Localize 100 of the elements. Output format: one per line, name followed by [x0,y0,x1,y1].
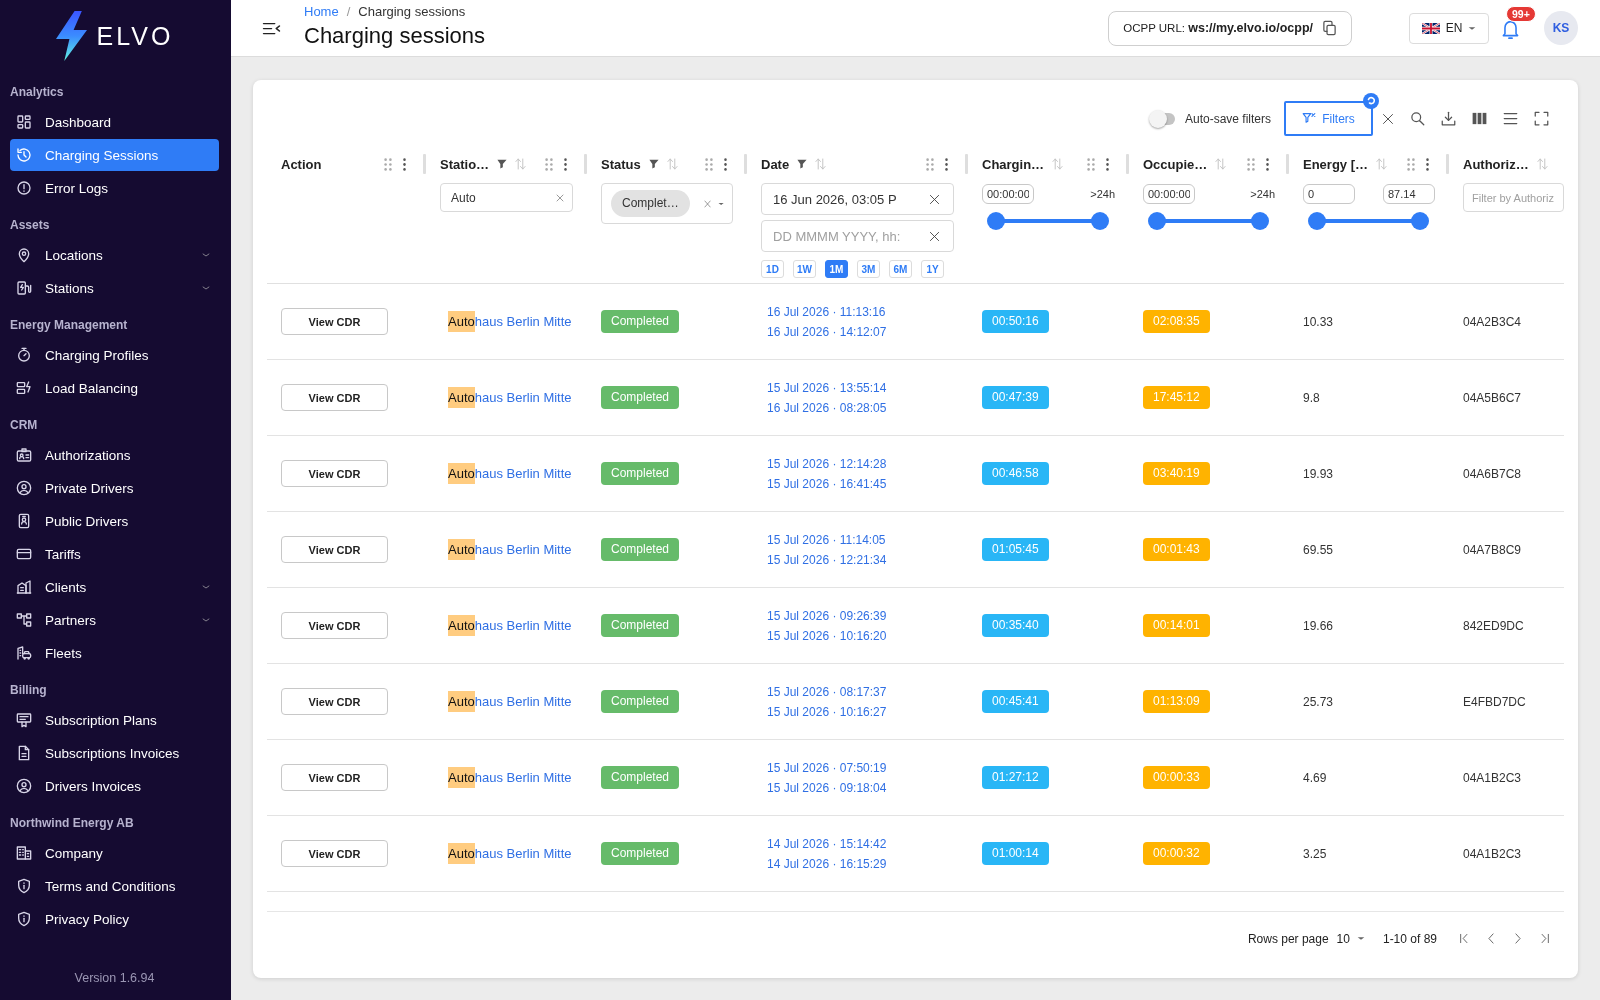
column-header[interactable]: Occupie… [1143,156,1227,172]
filters-button[interactable]: Filters [1284,101,1373,136]
more-icon[interactable] [945,157,948,171]
close-icon[interactable] [1382,112,1394,125]
clear-icon[interactable] [929,230,940,242]
sidebar-item[interactable]: Error Logs [10,172,219,204]
end-time-link[interactable]: 15 Jul 2026 · 10:16:20 [767,628,887,643]
column-header[interactable]: Date [761,156,827,172]
sidebar-item[interactable]: Partners [10,604,219,636]
range-input[interactable]: 87.14 [1383,184,1435,204]
end-time-link[interactable]: 15 Jul 2026 · 10:16:27 [767,704,887,719]
first-page-icon[interactable] [1459,933,1469,944]
range-preset[interactable]: 1D [761,260,784,278]
filter-input[interactable]: Auto [440,183,573,212]
view-cdr-button[interactable]: View CDR [281,308,388,335]
sidebar-item[interactable]: Company [10,837,219,869]
slider-handle[interactable] [1148,212,1166,230]
start-time-link[interactable]: 16 Jul 2026 · 11:13:16 [767,304,887,319]
column-header[interactable]: Action [281,156,322,172]
view-cdr-button[interactable]: View CDR [281,460,388,487]
sidebar-item[interactable]: Drivers Invoices [10,770,219,802]
sidebar-item[interactable]: Authorizations [10,439,219,471]
next-page-icon[interactable] [1513,933,1523,944]
date-input[interactable]: 16 Jun 2026, 03:05 P [761,183,954,215]
range-input[interactable]: 00:00:00 [982,184,1034,204]
station-link[interactable]: Autohaus Berlin Mitte [448,466,572,481]
view-cdr-button[interactable]: View CDR [281,764,388,791]
more-icon[interactable] [1106,157,1109,171]
slider-handle[interactable] [1411,212,1429,230]
toggle-switch[interactable] [1148,109,1177,128]
view-cdr-button[interactable]: View CDR [281,384,388,411]
more-icon[interactable] [1266,157,1269,171]
start-time-link[interactable]: 14 Jul 2026 · 15:14:42 [767,836,887,851]
range-preset[interactable]: 6M [889,260,912,278]
filter-input[interactable]: Filter by Authoriz [1463,183,1564,212]
view-cdr-button[interactable]: View CDR [281,536,388,563]
end-time-link[interactable]: 14 Jul 2026 · 16:15:29 [767,856,887,871]
sidebar-item[interactable]: Clients [10,571,219,603]
range-preset[interactable]: 1Y [921,260,944,278]
filter-chip[interactable]: Complet… [611,190,690,217]
drag-handle-icon[interactable] [1247,157,1255,171]
more-icon[interactable] [724,157,727,171]
fullscreen-icon[interactable] [1534,111,1549,126]
start-time-link[interactable]: 15 Jul 2026 · 13:55:14 [767,380,887,395]
station-link[interactable]: Autohaus Berlin Mitte [448,390,572,405]
sidebar-item[interactable]: Private Drivers [10,472,219,504]
multi-select[interactable]: Complet… [601,183,733,224]
column-header[interactable]: Energy [… [1303,156,1387,172]
slider-handle[interactable] [1308,212,1326,230]
view-cdr-button[interactable]: View CDR [281,688,388,715]
more-icon[interactable] [564,157,567,171]
funnel-icon[interactable] [497,159,508,169]
station-link[interactable]: Autohaus Berlin Mitte [448,314,572,329]
sidebar-item[interactable]: Subscription Plans [10,704,219,736]
funnel-icon[interactable] [648,159,659,169]
sidebar-item[interactable]: Load Balancing [10,372,219,404]
station-link[interactable]: Autohaus Berlin Mitte [448,770,572,785]
density-icon[interactable] [1503,111,1518,126]
column-header[interactable]: Statio… [440,156,527,172]
slider-handle[interactable] [1091,212,1109,230]
sidebar-item[interactable]: Terms and Conditions [10,870,219,902]
drag-handle-icon[interactable] [705,157,713,171]
more-icon[interactable] [1426,157,1429,171]
rows-per-page-select[interactable]: 10 [1336,931,1365,946]
range-input[interactable]: 0 [1303,184,1355,204]
sidebar-item[interactable]: Charging Sessions [10,139,219,171]
sidebar-item[interactable]: Privacy Policy [10,903,219,935]
drag-handle-icon[interactable] [1407,157,1415,171]
sidebar-item[interactable]: Charging Profiles [10,339,219,371]
drag-handle-icon[interactable] [545,157,553,171]
range-input[interactable]: 00:00:00 [1143,184,1195,204]
more-icon[interactable] [403,157,406,171]
range-preset[interactable]: 1W [793,260,816,278]
funnel-icon[interactable] [797,159,808,169]
station-link[interactable]: Autohaus Berlin Mitte [448,694,572,709]
end-time-link[interactable]: 15 Jul 2026 · 16:41:45 [767,476,887,491]
view-cdr-button[interactable]: View CDR [281,840,388,867]
range-preset[interactable]: 3M [857,260,880,278]
slider-handle[interactable] [987,212,1005,230]
sidebar-item[interactable]: Subscriptions Invoices [10,737,219,769]
end-time-link[interactable]: 16 Jul 2026 · 08:28:05 [767,400,887,415]
start-time-link[interactable]: 15 Jul 2026 · 11:14:05 [767,532,887,547]
search-icon[interactable] [1410,111,1425,126]
drag-handle-icon[interactable] [926,157,934,171]
drag-handle-icon[interactable] [384,157,392,171]
station-link[interactable]: Autohaus Berlin Mitte [448,618,572,633]
start-time-link[interactable]: 15 Jul 2026 · 12:14:28 [767,456,887,471]
start-time-link[interactable]: 15 Jul 2026 · 09:26:39 [767,608,887,623]
column-header[interactable]: Status [601,156,678,172]
sidebar-item[interactable]: Public Drivers [10,505,219,537]
station-link[interactable]: Autohaus Berlin Mitte [448,542,572,557]
sidebar-item[interactable]: Fleets [10,637,219,669]
end-time-link[interactable]: 15 Jul 2026 · 09:18:04 [767,780,887,795]
sidebar-item[interactable]: Locations [10,239,219,271]
end-time-link[interactable]: 16 Jul 2026 · 14:12:07 [767,324,887,339]
start-time-link[interactable]: 15 Jul 2026 · 08:17:37 [767,684,887,699]
slider-handle[interactable] [1251,212,1269,230]
menu-icon[interactable] [262,20,281,36]
last-page-icon[interactable] [1540,933,1550,944]
user-avatar[interactable]: KS [1544,11,1578,45]
